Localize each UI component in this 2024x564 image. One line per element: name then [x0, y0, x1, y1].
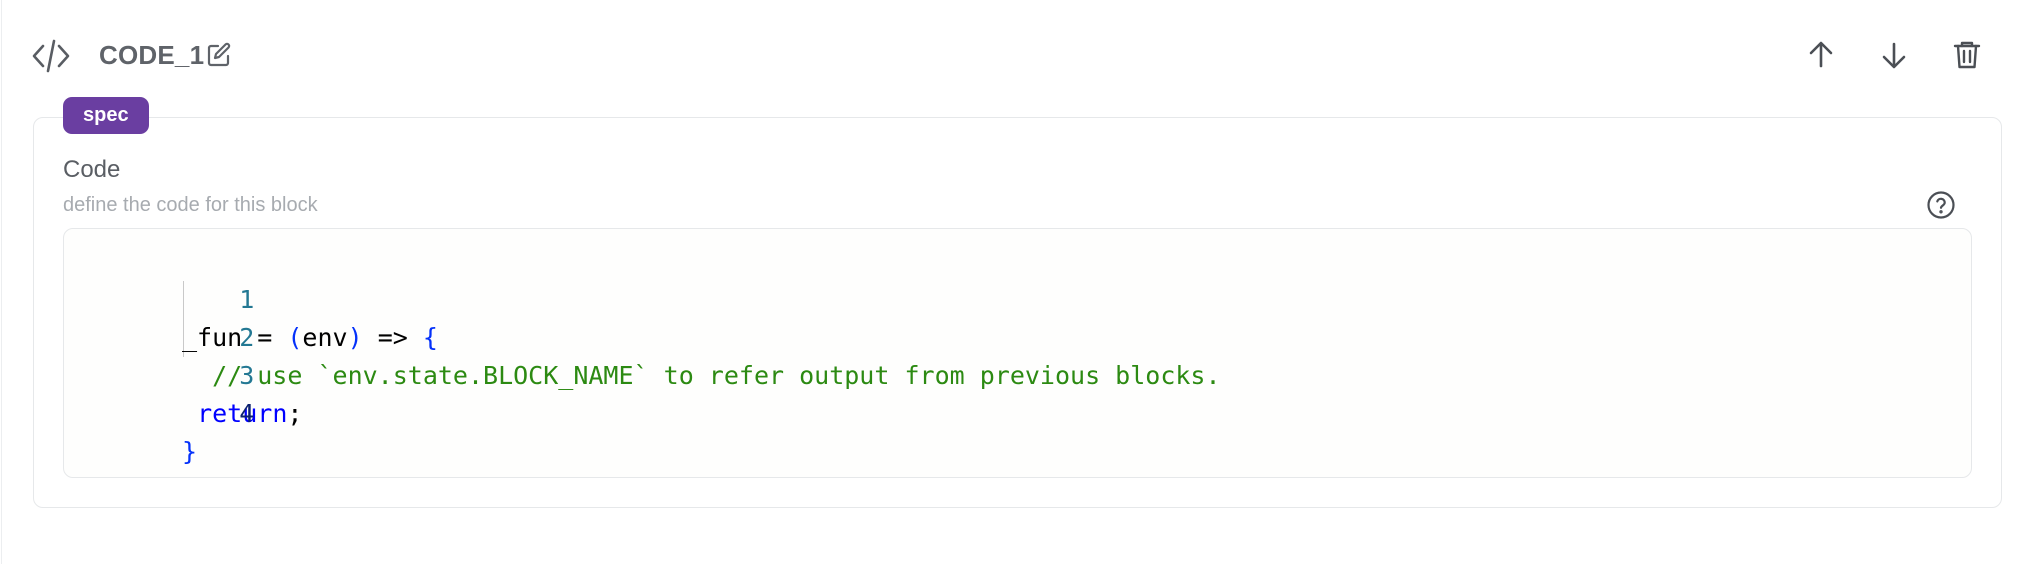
- line-number: 4: [239, 399, 255, 428]
- spec-badge: spec: [63, 97, 149, 134]
- code-line: 4 }: [64, 357, 254, 466]
- arrow-down-icon[interactable]: [1877, 38, 1911, 72]
- code-field-label: Code: [63, 156, 121, 183]
- edit-title-icon[interactable]: [206, 42, 232, 68]
- code-token: ): [347, 323, 363, 352]
- code-line: 3 return;: [64, 319, 302, 428]
- code-icon: [32, 38, 70, 74]
- block-header: CODE_1: [32, 30, 1993, 80]
- line-source: // use `env.state.BLOCK_NAME` to refer o…: [182, 357, 1221, 395]
- line-number: 1: [239, 285, 255, 314]
- code-field-description: define the code for this block: [63, 194, 318, 216]
- block-title: CODE_1: [99, 40, 205, 70]
- trash-icon[interactable]: [1950, 38, 1984, 72]
- code-token: // use `env.state.BLOCK_NAME` to refer o…: [182, 361, 1221, 390]
- line-source: }: [182, 433, 197, 471]
- line-number: 3: [239, 361, 255, 390]
- code-token: ;: [287, 399, 303, 428]
- line-number: 2: [239, 323, 255, 352]
- code-editor[interactable]: 1 _fun = (env) => { 2 // use `env.state.…: [63, 228, 1972, 478]
- code-line: 1 _fun = (env) => {: [64, 243, 438, 352]
- code-token: {: [422, 323, 438, 352]
- code-token: }: [182, 437, 198, 466]
- code-token: =>: [362, 323, 423, 352]
- block-container: CODE_1 spec Code define the code for thi…: [1, 0, 2023, 564]
- question-circle-icon[interactable]: [1926, 190, 1956, 220]
- code-line: 2 // use `env.state.BLOCK_NAME` to refer…: [64, 281, 1220, 390]
- arrow-up-icon[interactable]: [1804, 38, 1838, 72]
- code-token: (: [287, 323, 303, 352]
- code-token: env: [302, 323, 348, 352]
